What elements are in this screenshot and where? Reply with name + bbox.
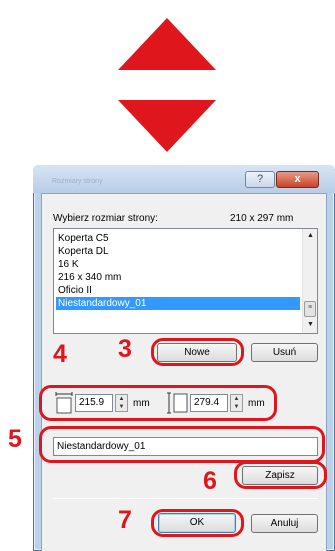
- list-item[interactable]: Koperta DL: [56, 245, 300, 258]
- scroll-thumb[interactable]: ≡: [304, 301, 316, 317]
- list-item[interactable]: Oficio II: [56, 284, 300, 297]
- height-unit: mm: [248, 398, 265, 409]
- list-item-selected[interactable]: Niestandardowy_01: [56, 297, 300, 310]
- down-arrow-icon: [118, 100, 216, 152]
- list-item[interactable]: Koperta C5: [56, 232, 300, 245]
- height-icon: [167, 392, 188, 414]
- height-input[interactable]: 279.4: [190, 394, 228, 412]
- list-item[interactable]: 16 K: [56, 258, 300, 271]
- paper-size-list[interactable]: Koperta C5 Koperta DL 16 K 216 x 340 mm …: [53, 228, 318, 334]
- delete-button[interactable]: Usuń: [251, 343, 318, 362]
- help-button[interactable]: ?: [245, 171, 275, 188]
- width-icon: [55, 392, 73, 414]
- new-button[interactable]: Nowe: [157, 343, 237, 362]
- callout-3: 3: [118, 335, 132, 363]
- save-button[interactable]: Zapisz: [242, 466, 318, 485]
- ok-button[interactable]: OK: [158, 513, 236, 533]
- width-stepper[interactable]: ▲ ▼: [115, 394, 128, 412]
- window-title: Rozmiary strony: [52, 178, 103, 185]
- size-value: 210 x 297 mm: [230, 213, 294, 224]
- scroll-down-icon[interactable]: ▼: [303, 318, 318, 332]
- width-input[interactable]: 215.9: [75, 394, 113, 412]
- close-button[interactable]: x: [276, 171, 319, 188]
- callout-4: 4: [53, 340, 67, 368]
- height-stepper[interactable]: ▲ ▼: [230, 394, 243, 412]
- paper-name-input[interactable]: Niestandardowy_01: [53, 437, 318, 456]
- divider: [53, 498, 318, 499]
- callout-7: 7: [118, 506, 132, 534]
- width-unit: mm: [133, 398, 150, 409]
- callout-5: 5: [8, 425, 22, 453]
- up-arrow-icon: [118, 18, 216, 70]
- scroll-up-icon[interactable]: ▲: [303, 229, 318, 243]
- list-scrollbar[interactable]: ▲ ≡ ▼: [302, 229, 317, 333]
- list-item[interactable]: 216 x 340 mm: [56, 271, 300, 284]
- callout-6: 6: [203, 467, 217, 495]
- select-size-label: Wybierz rozmiar strony:: [53, 213, 158, 224]
- cancel-button[interactable]: Anuluj: [251, 514, 318, 533]
